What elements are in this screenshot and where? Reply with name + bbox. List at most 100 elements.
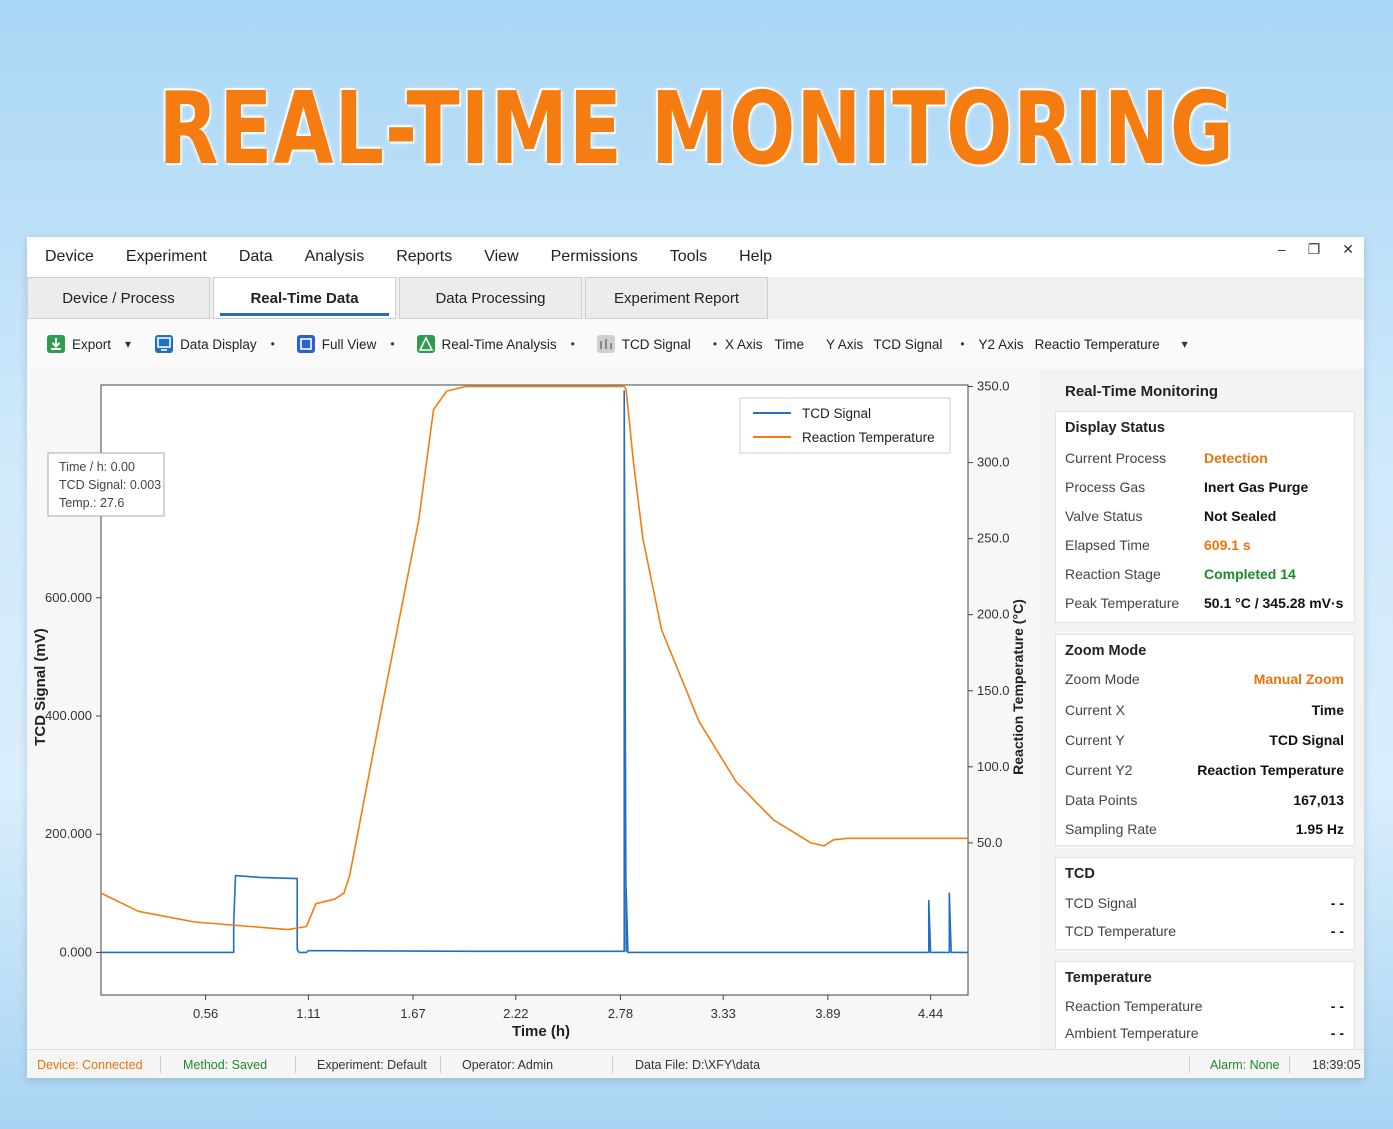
row-key: TCD Signal — [1065, 895, 1137, 911]
menu-data[interactable]: Data — [239, 248, 273, 266]
export-label: Export — [72, 336, 112, 352]
full-view-button[interactable]: Full View — [296, 335, 376, 353]
tab-device-process[interactable]: Device / Process — [27, 277, 210, 319]
tooltip-temp: Temp.: 27.6 — [59, 496, 124, 510]
x-tick-label: 2.78 — [608, 1006, 633, 1021]
status-divider — [160, 1056, 161, 1073]
restore-icon[interactable]: ❐ — [1308, 241, 1321, 258]
tab-data-processing[interactable]: Data Processing — [399, 277, 582, 319]
y2-axis-select[interactable]: Reactio Temperature — [1035, 337, 1160, 352]
minimize-icon[interactable]: – — [1278, 241, 1286, 258]
status-row-elapsed-time: Elapsed Time 609.1 s — [1065, 537, 1344, 557]
data-display-label: Data Display — [180, 336, 257, 352]
status-method: Method: Saved — [183, 1058, 268, 1072]
signal-icon — [596, 335, 615, 353]
status-divider — [1289, 1056, 1290, 1073]
row-value: 609.1 s — [1204, 537, 1251, 553]
zoom-mode-title: Zoom Mode — [1065, 643, 1147, 659]
display-status-title: Display Status — [1065, 420, 1165, 436]
y-axis-label: Y Axis — [826, 336, 864, 352]
tab-real-time-data[interactable]: Real-Time Data — [213, 277, 396, 319]
menu-analysis[interactable]: Analysis — [305, 248, 365, 266]
x-tick-label: 1.67 — [400, 1006, 425, 1021]
row-key: Peak Temperature — [1065, 595, 1180, 611]
app-window: Device Experiment Data Analysis Reports … — [27, 237, 1364, 1078]
zoom-row-data-points: Data Points 167,013 — [1065, 792, 1344, 812]
row-key: Current X — [1065, 702, 1125, 718]
status-bar: Device: Connected Method: Saved Experime… — [27, 1049, 1364, 1078]
x-tick-label: 0.56 — [193, 1006, 218, 1021]
legend-label-tcd-signal: TCD Signal — [802, 406, 871, 421]
status-row-valve-status: Valve Status Not Sealed — [1065, 508, 1344, 528]
status-row-process-gas: Process Gas Inert Gas Purge — [1065, 479, 1344, 499]
row-key: Valve Status — [1065, 508, 1143, 524]
status-alarm: Alarm: None — [1210, 1058, 1280, 1072]
status-divider — [440, 1056, 441, 1073]
menu-view[interactable]: View — [484, 248, 518, 266]
tab-bar: Device / Process Real-Time Data Data Pro… — [27, 277, 1364, 319]
zoom-row-current-y2: Current Y2 Reaction Temperature — [1065, 762, 1344, 782]
monitor-icon — [155, 335, 174, 353]
tab-experiment-report[interactable]: Experiment Report — [585, 277, 768, 319]
tcd-card-title: TCD — [1065, 866, 1095, 882]
real-time-analysis-label: Real-Time Analysis — [441, 336, 557, 352]
menu-device[interactable]: Device — [45, 248, 94, 266]
tcd-row-signal: TCD Signal - - — [1065, 895, 1344, 915]
row-value: Detection — [1204, 450, 1268, 466]
tooltip-tcd: TCD Signal: 0.003 — [59, 478, 161, 492]
tcd-row-temperature: TCD Temperature - - — [1065, 923, 1344, 943]
row-value: 1.95 Hz — [1295, 821, 1344, 837]
toolbar: Export ▾ Data Display • Full View • Real… — [27, 319, 1364, 369]
menu-tools[interactable]: Tools — [670, 248, 707, 266]
row-key: Data Points — [1065, 792, 1138, 808]
row-value: Reaction Temperature — [1197, 762, 1344, 778]
menu-help[interactable]: Help — [739, 248, 772, 266]
row-key: Reaction Temperature — [1065, 998, 1203, 1014]
status-device: Device: Connected — [37, 1058, 143, 1072]
row-value: 167,013 — [1293, 792, 1344, 808]
menu-reports[interactable]: Reports — [396, 248, 452, 266]
menu-experiment[interactable]: Experiment — [126, 248, 207, 266]
tcd-temperature-chart[interactable]: 0.56 1.11 1.67 2.22 2.78 3.33 3.89 4.44 0.000 20… — [27, 369, 1040, 1049]
y-tick-label: 600.000 — [45, 590, 92, 605]
tcd-signal-button[interactable]: TCD Signal — [596, 335, 691, 353]
row-key: Process Gas — [1065, 479, 1146, 495]
data-tooltip: Time / h: 0.00 TCD Signal: 0.003 Temp.: … — [47, 452, 165, 517]
tcd-signal-label: TCD Signal — [621, 336, 691, 352]
y2-axis-title: Reaction Temperature (°C) — [1010, 599, 1026, 775]
x-tick-label: 1.11 — [296, 1006, 320, 1021]
status-operator: Operator: Admin — [462, 1058, 554, 1072]
temperature-row-reaction: Reaction Temperature - - — [1065, 998, 1344, 1018]
y-tick-label: 400.000 — [45, 708, 92, 723]
y2-axis-dropdown-icon[interactable]: ▾ — [1182, 337, 1188, 351]
data-display-button[interactable]: Data Display — [155, 335, 257, 353]
y-axis-title: TCD Signal (mV) — [32, 628, 49, 746]
status-divider — [295, 1056, 296, 1073]
row-key: Current Y2 — [1065, 762, 1133, 778]
x-axis-select[interactable]: Time — [775, 337, 805, 352]
legend-label-reaction-temperature: Reaction Temperature — [802, 430, 935, 445]
export-button[interactable]: Export — [47, 335, 111, 353]
x-tick-label: 3.89 — [815, 1006, 840, 1021]
export-dropdown-icon[interactable]: ▾ — [125, 337, 131, 351]
x-tick-label: 3.33 — [711, 1006, 736, 1021]
toolbar-bullet-2: • — [390, 337, 395, 351]
y2-tick-label: 50.0 — [977, 835, 1002, 850]
row-value: - - — [1330, 923, 1344, 939]
close-icon[interactable]: ✕ — [1342, 241, 1354, 258]
toolbar-bullet-5: • — [960, 337, 965, 351]
status-clock: 18:39:05 — [1312, 1058, 1361, 1072]
status-row-current-process: Current Process Detection — [1065, 450, 1344, 470]
row-value: TCD Signal — [1269, 732, 1344, 748]
y2-axis-label: Y2 Axis — [978, 336, 1024, 352]
menu-permissions[interactable]: Permissions — [551, 248, 638, 266]
y-axis-select[interactable]: TCD Signal — [873, 337, 942, 352]
row-key: Zoom Mode — [1065, 671, 1140, 687]
real-time-analysis-button[interactable]: Real-Time Analysis — [416, 335, 557, 353]
status-divider — [612, 1056, 613, 1073]
analysis-icon — [416, 335, 435, 353]
row-key: TCD Temperature — [1065, 923, 1177, 939]
row-key: Current Y — [1065, 732, 1125, 748]
status-experiment: Experiment: Default — [317, 1058, 427, 1072]
row-value: - - — [1330, 895, 1344, 911]
